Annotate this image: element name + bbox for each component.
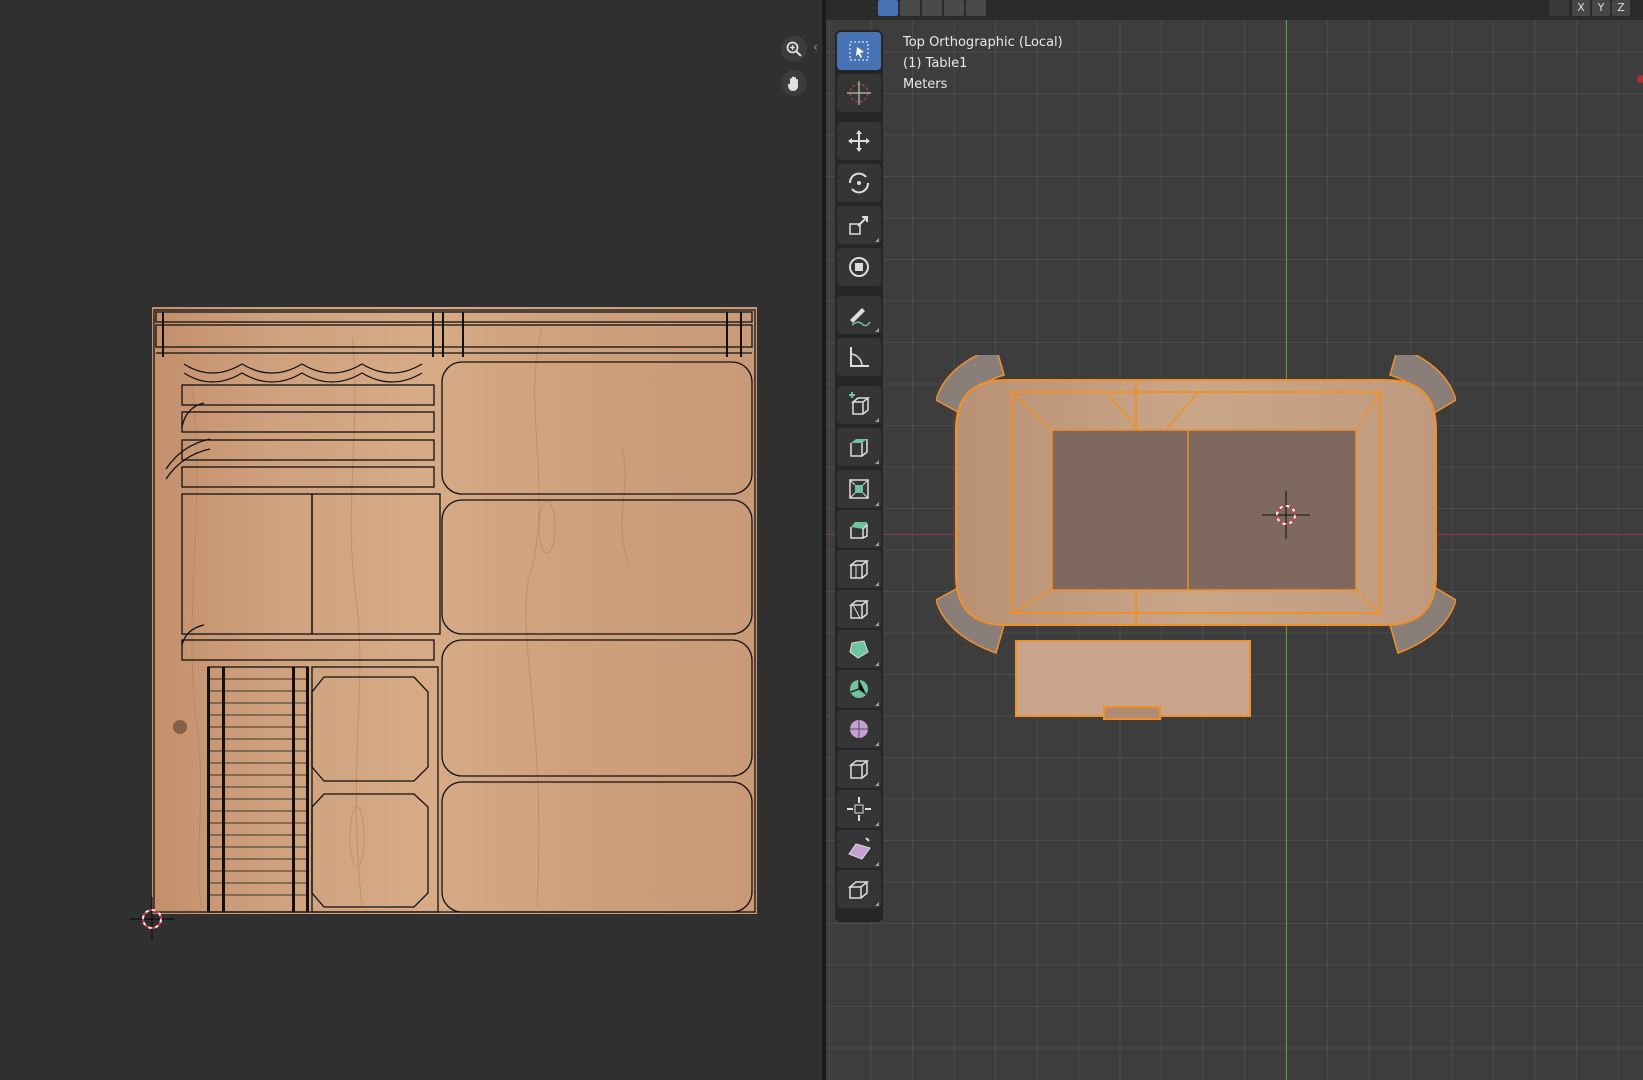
uv-texture-canvas[interactable]: [152, 307, 757, 914]
extrude-region-icon[interactable]: [837, 428, 881, 466]
view-label: Top Orthographic (Local): [903, 35, 1063, 50]
viewport-overlay-text: Top Orthographic (Local) (1) Table1 Mete…: [903, 32, 1063, 95]
bevel-icon[interactable]: [837, 510, 881, 548]
pan-hand-icon[interactable]: [781, 70, 807, 96]
object-label: (1) Table1: [903, 56, 968, 71]
collapse-arrow-icon[interactable]: ‹: [813, 40, 818, 54]
mirror-x-button[interactable]: X: [1572, 0, 1590, 16]
select-extend-mode-icon[interactable]: [900, 0, 920, 16]
viewport-header: X Y Z: [826, 0, 1643, 20]
shrink-fatten-icon[interactable]: [837, 790, 881, 828]
zoom-icon[interactable]: [781, 36, 807, 62]
measure-icon[interactable]: [837, 338, 881, 376]
select-invert-mode-icon[interactable]: [944, 0, 964, 16]
tool-shelf: [835, 30, 883, 922]
poly-build-icon[interactable]: [837, 630, 881, 668]
move-icon[interactable]: [837, 122, 881, 160]
add-cube-icon[interactable]: [837, 386, 881, 424]
knife-icon[interactable]: [837, 590, 881, 628]
select-box-icon[interactable]: [837, 32, 881, 70]
rotate-icon[interactable]: [837, 164, 881, 202]
rip-region-icon[interactable]: [837, 870, 881, 908]
units-label: Meters: [903, 77, 948, 92]
shear-icon[interactable]: [837, 830, 881, 868]
cursor-icon[interactable]: [837, 74, 881, 112]
mirror-icon[interactable]: [1549, 0, 1569, 16]
gizmo-edge-marker: [1637, 75, 1643, 83]
table-mesh[interactable]: [936, 355, 1456, 735]
select-subtract-mode-icon[interactable]: [922, 0, 942, 16]
annotate-icon[interactable]: [837, 296, 881, 334]
loop-cut-icon[interactable]: [837, 550, 881, 588]
smooth-icon[interactable]: [837, 710, 881, 748]
inset-faces-icon[interactable]: [837, 470, 881, 508]
select-new-mode-icon[interactable]: [878, 0, 898, 16]
uv-editor-area[interactable]: ‹: [0, 0, 822, 1080]
mirror-y-button[interactable]: Y: [1592, 0, 1610, 16]
3d-viewport[interactable]: X Y Z Top Orthographic (Local) (1) Table…: [826, 0, 1643, 1080]
spin-icon[interactable]: [837, 670, 881, 708]
edge-slide-icon[interactable]: [837, 750, 881, 788]
mirror-z-button[interactable]: Z: [1612, 0, 1630, 16]
scale-icon[interactable]: [837, 206, 881, 244]
2d-cursor-icon[interactable]: [128, 895, 176, 943]
select-intersect-mode-icon[interactable]: [966, 0, 986, 16]
transform-icon[interactable]: [837, 248, 881, 286]
